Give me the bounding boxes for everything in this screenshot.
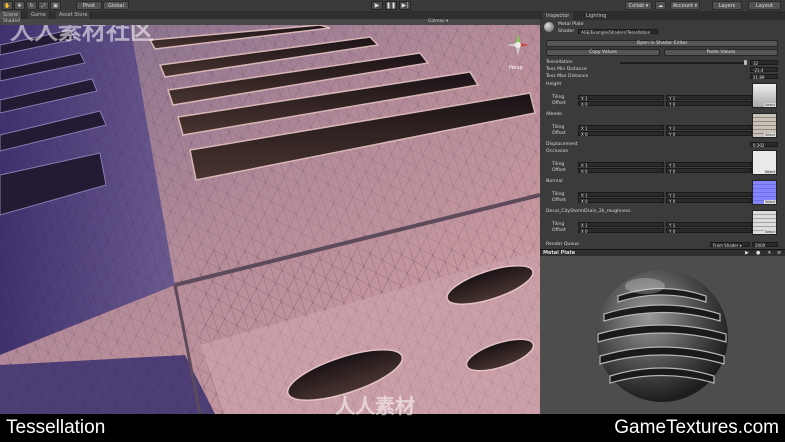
render-queue-mode-dropdown[interactable]: From Shader ▾	[710, 242, 750, 248]
render-queue-value[interactable]: 2000	[752, 242, 778, 248]
caption-title: Tessellation	[6, 417, 106, 438]
collab-dropdown[interactable]: Collab ▾	[625, 1, 652, 10]
offset-y-field[interactable]: Y 0	[666, 198, 752, 204]
tab-inspector[interactable]: Inspector	[542, 12, 574, 20]
rect-tool-button[interactable]: ▣	[50, 1, 61, 10]
tiling-x-field[interactable]: X 1	[578, 125, 664, 131]
copy-values-button[interactable]: Copy Values	[546, 49, 660, 56]
offset-x-field[interactable]: X 0	[578, 101, 664, 107]
normal-texture-slot[interactable]: Select	[752, 180, 777, 205]
tiling-label: Tiling	[552, 95, 565, 100]
texture-name: Decal_CityStormDrain_2k_roughness	[546, 209, 631, 214]
offset-y-field[interactable]: Y 0	[666, 168, 752, 174]
pause-button[interactable]: ❚❚	[385, 1, 397, 10]
tab-asset-store[interactable]: Asset Store	[56, 11, 92, 19]
tess-max-label: Tess Max Distance	[546, 74, 589, 79]
tiling-y-field[interactable]: Y 1	[666, 192, 752, 198]
displacement-label: Displacement	[546, 142, 578, 147]
rotate-tool-button[interactable]: ↻	[26, 1, 37, 10]
offset-x-field[interactable]: X 0	[578, 168, 664, 174]
scene-render	[0, 25, 540, 414]
tess-min-value[interactable]: -21.4	[750, 67, 778, 73]
select-button[interactable]: Select	[764, 200, 776, 204]
texture-name: Height	[546, 82, 562, 87]
tiling-label: Tiling	[552, 162, 565, 167]
paste-values-button[interactable]: Paste Values	[664, 49, 778, 56]
hand-tool-button[interactable]: ✋	[2, 1, 13, 10]
height-texture-slot[interactable]: Select	[752, 83, 777, 108]
tab-scene[interactable]: Scene	[0, 11, 23, 19]
move-tool-button[interactable]: ✥	[14, 1, 25, 10]
tiling-y-field[interactable]: Y 1	[666, 222, 752, 228]
caption-bar: Tessellation 人人素材 GameTextures.com	[0, 394, 785, 442]
bottom-watermark: 人人素材	[335, 394, 415, 418]
watermark-text: 人人素材社区	[10, 25, 154, 45]
shader-label: Shader	[558, 29, 575, 34]
tess-max-value[interactable]: 21.89	[750, 74, 778, 80]
occlusion-texture-slot[interactable]: Select	[752, 150, 777, 175]
caption-site: GameTextures.com	[614, 417, 779, 438]
view-mode-label: Persp	[509, 65, 523, 71]
scene-orientation-gizmo[interactable]	[505, 32, 531, 58]
tessellation-value[interactable]: 32	[750, 60, 778, 66]
albedo-texture-slot[interactable]: Select	[752, 113, 777, 138]
tab-lighting[interactable]: Lighting	[582, 12, 610, 20]
tiling-label: Tiling	[552, 125, 565, 130]
texture-name: Albedo	[546, 112, 562, 117]
tab-game[interactable]: Game	[28, 11, 50, 19]
offset-x-field[interactable]: X 0	[578, 228, 664, 234]
material-icon	[544, 22, 554, 32]
offset-y-field[interactable]: Y 0	[666, 131, 752, 137]
cloud-icon[interactable]: ☁	[655, 1, 666, 10]
step-button[interactable]: ▶|	[399, 1, 411, 10]
tessellation-slider-knob[interactable]	[744, 60, 747, 65]
global-toggle[interactable]: Global	[103, 1, 129, 10]
preview-sphere	[596, 270, 728, 402]
tiling-x-field[interactable]: X 1	[578, 95, 664, 101]
offset-label: Offset	[552, 101, 566, 106]
select-button[interactable]: Select	[764, 230, 776, 234]
play-button[interactable]: ▶	[371, 1, 383, 10]
select-button[interactable]: Select	[764, 103, 776, 107]
inspector-panel: Inspector Lighting Metal Plate Shader AG…	[540, 11, 785, 249]
texture-name: Occlusion	[546, 149, 569, 154]
open-shader-editor-button[interactable]: Open in Shader Editor	[546, 40, 778, 47]
select-button[interactable]: Select	[764, 133, 776, 137]
offset-y-field[interactable]: Y 0	[666, 228, 752, 234]
offset-label: Offset	[552, 168, 566, 173]
tiling-x-field[interactable]: X 1	[578, 222, 664, 228]
tiling-y-field[interactable]: Y 1	[666, 162, 752, 168]
tiling-y-field[interactable]: Y 1	[666, 95, 752, 101]
offset-label: Offset	[552, 131, 566, 136]
shader-dropdown[interactable]: AGE/Example/Shaders/Tessellation	[578, 29, 658, 35]
tiling-label: Tiling	[552, 192, 565, 197]
layers-dropdown[interactable]: Layers	[712, 1, 742, 10]
offset-label: Offset	[552, 198, 566, 203]
offset-x-field[interactable]: X 0	[578, 131, 664, 137]
account-dropdown[interactable]: Account ▾	[670, 1, 700, 10]
material-name: Metal Plate	[558, 22, 584, 27]
offset-y-field[interactable]: Y 0	[666, 101, 752, 107]
offset-x-field[interactable]: X 0	[578, 198, 664, 204]
inspector-tabs: Inspector Lighting	[540, 11, 785, 20]
tessellation-label: Tessellation	[546, 60, 573, 65]
tiling-x-field[interactable]: X 1	[578, 192, 664, 198]
scale-tool-button[interactable]: ⤢	[38, 1, 49, 10]
tess-min-label: Tess Min Distance	[546, 67, 587, 72]
scene-tab-bar: Scene Game Asset Store	[0, 11, 540, 19]
select-button[interactable]: Select	[764, 170, 776, 174]
render-queue-label: Render Queue	[546, 242, 579, 247]
layout-dropdown[interactable]: Layout	[748, 1, 781, 10]
scene-viewport[interactable]: Persp 人人素材社区	[0, 25, 540, 414]
tiling-y-field[interactable]: Y 1	[666, 125, 752, 131]
material-preview[interactable]	[540, 256, 785, 414]
tiling-x-field[interactable]: X 1	[578, 162, 664, 168]
displacement-value[interactable]: 0.202	[750, 142, 778, 148]
tiling-label: Tiling	[552, 222, 565, 227]
roughness-texture-slot[interactable]: Select	[752, 210, 777, 235]
offset-label: Offset	[552, 228, 566, 233]
texture-name: Normal	[546, 179, 563, 184]
pivot-toggle[interactable]: Pivot	[76, 1, 102, 10]
tessellation-slider[interactable]	[620, 62, 746, 64]
